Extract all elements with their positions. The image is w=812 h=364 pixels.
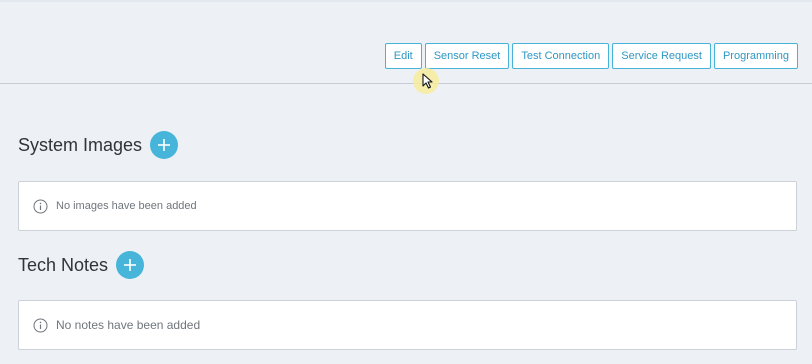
info-icon: [33, 318, 48, 333]
edit-button[interactable]: Edit: [384, 43, 422, 69]
system-images-panel: No images have been added: [18, 181, 797, 231]
info-icon: [33, 199, 48, 214]
add-system-image-button[interactable]: [150, 131, 179, 159]
plus-icon: [124, 259, 137, 271]
action-toolbar: Edit Sensor Reset Test Connection Servic…: [384, 43, 798, 69]
test-connection-button[interactable]: Test Connection: [512, 43, 610, 69]
toolbar-divider: [0, 83, 812, 84]
sensor-reset-button[interactable]: Sensor Reset: [424, 43, 510, 69]
plus-icon: [158, 139, 171, 151]
service-request-button[interactable]: Service Request: [612, 43, 711, 69]
no-images-message: No images have been added: [56, 200, 197, 212]
add-tech-note-button[interactable]: [116, 251, 145, 279]
system-images-header: System Images: [18, 131, 179, 159]
no-notes-message: No notes have been added: [56, 318, 201, 332]
system-images-title: System Images: [18, 134, 143, 155]
top-strip: [0, 0, 812, 2]
tech-notes-panel: No notes have been added: [18, 300, 797, 350]
mouse-pointer-icon: [422, 73, 433, 89]
tech-notes-title: Tech Notes: [18, 254, 109, 275]
tech-notes-header: Tech Notes: [18, 251, 145, 279]
programming-button[interactable]: Programming: [713, 43, 798, 69]
